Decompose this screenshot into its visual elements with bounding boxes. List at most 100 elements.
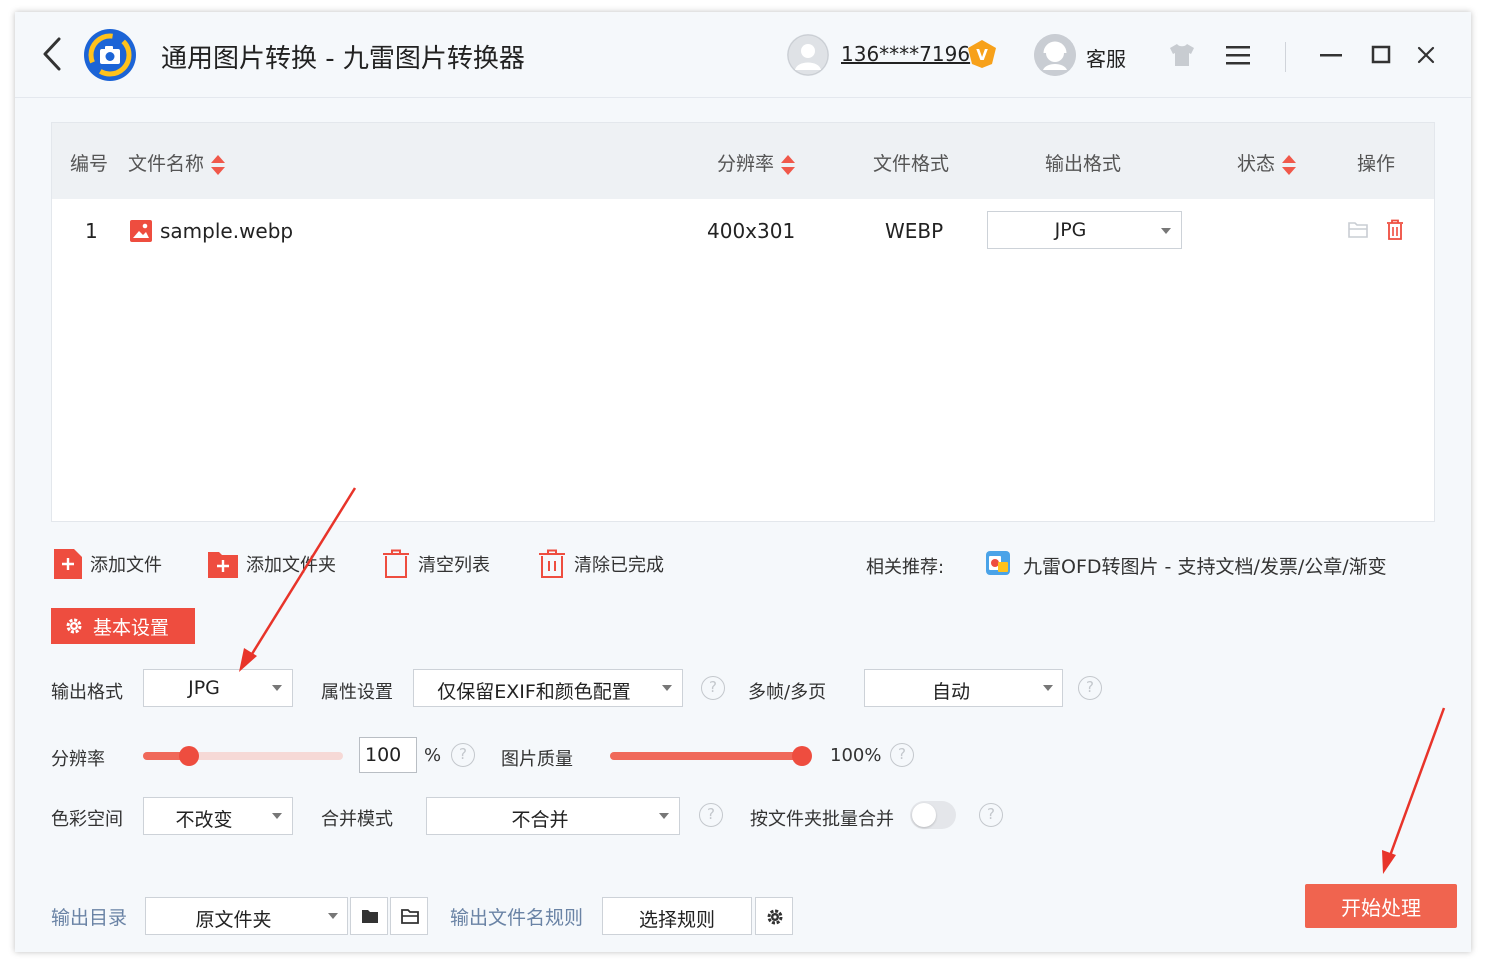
delete-icon[interactable] bbox=[1385, 219, 1405, 241]
resolution-input[interactable] bbox=[359, 737, 417, 773]
merge-mode-select[interactable]: 不合并 bbox=[426, 797, 680, 835]
row-resolution: 400x301 bbox=[707, 219, 796, 243]
help-icon[interactable]: ? bbox=[890, 743, 914, 767]
colorspace-label: 色彩空间 bbox=[51, 809, 123, 830]
multiframe-value: 自动 bbox=[931, 681, 970, 703]
header-index: 编号 bbox=[70, 153, 109, 175]
help-icon[interactable]: ? bbox=[699, 803, 723, 827]
user-phone[interactable]: 136****7196 bbox=[841, 42, 970, 66]
vip-badge-text: V bbox=[976, 46, 988, 64]
attribute-settings-label: 属性设置 bbox=[321, 682, 393, 703]
recommend-link[interactable]: 九雷OFD转图片 - 支持文档/发票/公章/渐变 bbox=[1023, 552, 1387, 579]
file-table: 编号 文件名称 分辨率 文件格式 输出格式 状态 操作 1 sample.web… bbox=[51, 122, 1435, 522]
basic-settings-tab[interactable]: 基本设置 bbox=[51, 608, 195, 644]
chevron-down-icon bbox=[272, 685, 282, 691]
attribute-settings-select[interactable]: 仅保留EXIF和颜色配置 bbox=[413, 669, 683, 707]
row-output-format-select[interactable]: JPG bbox=[987, 211, 1182, 249]
output-format-select[interactable]: JPG bbox=[143, 669, 293, 707]
close-icon[interactable] bbox=[1413, 42, 1439, 68]
header-filename-label: 文件名称 bbox=[128, 153, 205, 175]
output-directory-select[interactable]: 原文件夹 bbox=[145, 897, 348, 935]
back-arrow-icon[interactable] bbox=[37, 34, 67, 74]
clear-list-button[interactable]: 清空列表 bbox=[382, 548, 490, 580]
app-title: 通用图片转换 - 九雷图片转换器 bbox=[161, 44, 525, 74]
app-window: 通用图片转换 - 九雷图片转换器 136****7196 V 客服 编号 文件名… bbox=[15, 12, 1471, 952]
user-avatar[interactable] bbox=[787, 34, 829, 76]
trash-clear-icon bbox=[539, 549, 565, 578]
multiframe-label: 多帧/多页 bbox=[748, 682, 827, 703]
open-output-folder-button[interactable] bbox=[390, 897, 428, 935]
trash-icon bbox=[383, 549, 409, 578]
output-format-value: JPG bbox=[188, 677, 220, 699]
resolution-unit: % bbox=[424, 745, 442, 766]
minimize-icon[interactable] bbox=[1318, 42, 1344, 68]
toggle-knob bbox=[912, 803, 936, 827]
customer-service-icon[interactable] bbox=[1034, 34, 1076, 76]
basic-settings-label: 基本设置 bbox=[93, 616, 170, 639]
colorspace-value: 不改变 bbox=[175, 809, 233, 831]
image-quality-value: 100% bbox=[830, 745, 882, 766]
maximize-icon[interactable] bbox=[1368, 42, 1394, 68]
gear-icon bbox=[66, 618, 82, 634]
quality-slider-fill bbox=[610, 752, 802, 760]
multiframe-select[interactable]: 自动 bbox=[864, 669, 1063, 707]
browse-folder-button[interactable] bbox=[350, 897, 388, 935]
user-avatar-icon bbox=[787, 34, 829, 76]
customer-service-label[interactable]: 客服 bbox=[1086, 43, 1126, 72]
quality-slider[interactable] bbox=[610, 746, 812, 766]
choose-rule-button[interactable]: 选择规则 bbox=[602, 897, 752, 935]
open-folder-icon[interactable] bbox=[1348, 221, 1368, 239]
help-icon[interactable]: ? bbox=[451, 743, 475, 767]
header-output-format: 输出格式 bbox=[1045, 153, 1122, 175]
clear-done-button[interactable]: 清除已完成 bbox=[538, 548, 664, 580]
row-index: 1 bbox=[85, 219, 98, 243]
quality-slider-handle[interactable] bbox=[792, 746, 812, 766]
image-file-icon bbox=[130, 220, 152, 242]
header-resolution-label: 分辨率 bbox=[717, 153, 775, 175]
sort-icon[interactable] bbox=[780, 154, 796, 176]
header-status[interactable]: 状态 bbox=[1237, 149, 1297, 176]
add-folder-button[interactable]: 添加文件夹 bbox=[208, 548, 336, 580]
clear-list-label: 清空列表 bbox=[418, 555, 490, 576]
sort-icon[interactable] bbox=[1281, 154, 1297, 176]
table-header: 编号 文件名称 分辨率 文件格式 输出格式 状态 操作 bbox=[52, 123, 1434, 199]
app-logo-icon bbox=[84, 29, 136, 81]
header-file-format: 文件格式 bbox=[873, 153, 950, 175]
menu-icon[interactable] bbox=[1225, 44, 1251, 66]
skin-shirt-icon[interactable] bbox=[1167, 42, 1197, 68]
attribute-settings-value: 仅保留EXIF和颜色配置 bbox=[437, 681, 631, 703]
open-folder-icon bbox=[401, 909, 419, 924]
rule-settings-button[interactable] bbox=[755, 897, 793, 935]
header-resolution[interactable]: 分辨率 bbox=[717, 149, 796, 176]
colorspace-select[interactable]: 不改变 bbox=[143, 797, 293, 835]
header-status-label: 状态 bbox=[1237, 153, 1276, 175]
header-filename[interactable]: 文件名称 bbox=[128, 149, 226, 176]
add-file-button[interactable]: 添加文件 bbox=[54, 548, 162, 580]
clear-done-label: 清除已完成 bbox=[574, 555, 664, 576]
start-processing-button[interactable]: 开始处理 bbox=[1305, 884, 1457, 928]
folder-merge-toggle[interactable] bbox=[910, 801, 956, 829]
sort-icon[interactable] bbox=[210, 154, 226, 176]
title-bar: 通用图片转换 - 九雷图片转换器 136****7196 V 客服 bbox=[15, 12, 1471, 98]
vip-badge-icon[interactable]: V bbox=[966, 38, 998, 70]
ofd-app-icon[interactable] bbox=[985, 550, 1011, 576]
output-directory-label[interactable]: 输出目录 bbox=[51, 903, 127, 930]
chevron-down-icon bbox=[659, 813, 669, 819]
row-filename: sample.webp bbox=[160, 219, 294, 243]
row-output-format-value: JPG bbox=[1054, 219, 1087, 241]
help-icon[interactable]: ? bbox=[1078, 676, 1102, 700]
resolution-slider[interactable] bbox=[143, 746, 343, 766]
folder-icon bbox=[362, 910, 378, 923]
chevron-down-icon bbox=[1161, 228, 1171, 234]
output-directory-value: 原文件夹 bbox=[195, 909, 272, 931]
help-icon[interactable]: ? bbox=[979, 803, 1003, 827]
filename-rule-label[interactable]: 输出文件名规则 bbox=[450, 903, 583, 930]
resolution-label: 分辨率 bbox=[51, 749, 105, 770]
header-action: 操作 bbox=[1357, 153, 1396, 175]
chevron-down-icon bbox=[662, 685, 672, 691]
help-icon[interactable]: ? bbox=[701, 676, 725, 700]
resolution-slider-handle[interactable] bbox=[179, 746, 199, 766]
chevron-down-icon bbox=[1043, 685, 1053, 691]
add-file-label: 添加文件 bbox=[90, 555, 162, 576]
chevron-down-icon bbox=[272, 813, 282, 819]
